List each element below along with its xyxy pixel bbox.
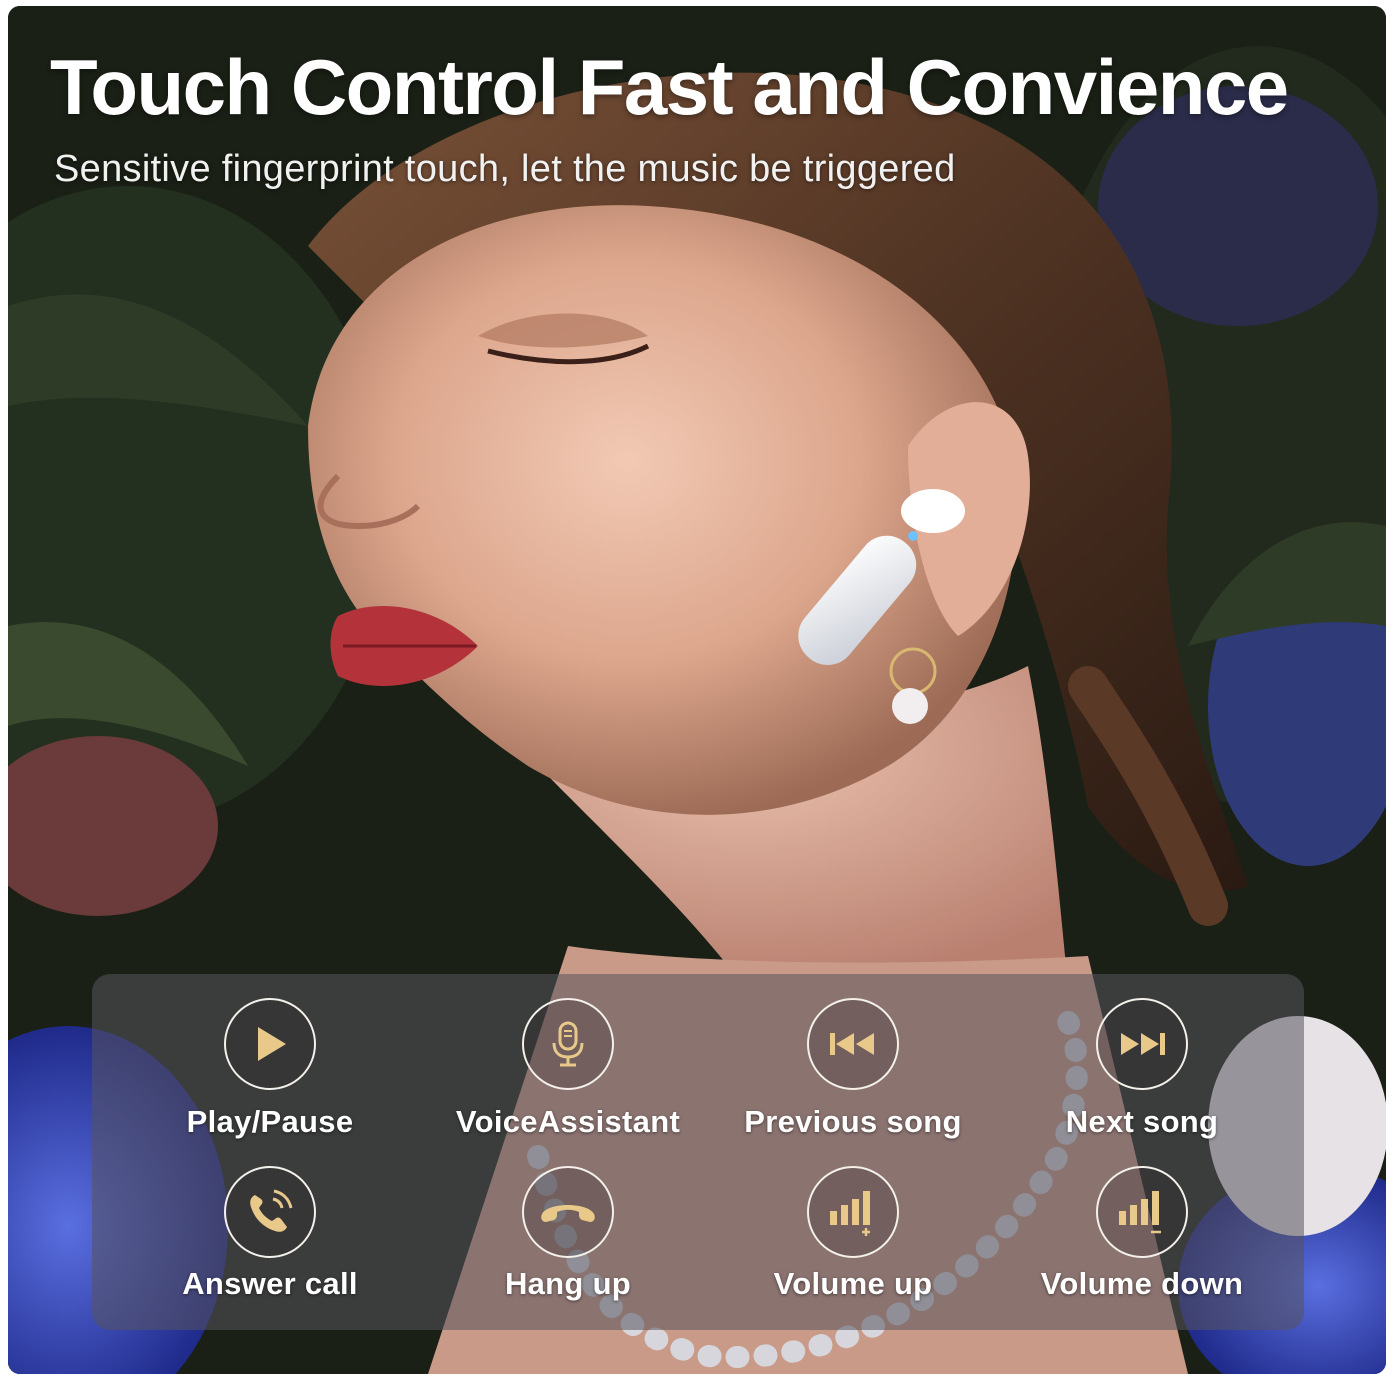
volume-up-icon [807, 1166, 899, 1258]
control-label: Next song [1065, 1104, 1219, 1139]
play-icon [224, 998, 316, 1090]
headline: Touch Control Fast and Convience [50, 43, 1289, 131]
control-label: Play/Pause [186, 1104, 354, 1139]
control-label: Volume down [1040, 1266, 1244, 1301]
control-hang-up: Hang up [418, 1166, 718, 1302]
control-voice-assistant: VoiceAssistant [418, 998, 718, 1140]
volume-down-icon [1096, 1166, 1188, 1258]
control-label: Hang up [504, 1266, 632, 1301]
control-answer-call: Answer call [120, 1166, 420, 1302]
phone-ringing-icon [224, 1166, 316, 1258]
control-next-song: Next song [992, 998, 1292, 1140]
control-label: VoiceAssistant [455, 1104, 681, 1139]
control-label: Answer call [182, 1266, 358, 1301]
control-volume-down: Volume down [992, 1166, 1292, 1302]
control-label: Previous song [744, 1104, 962, 1139]
hang-up-icon [522, 1166, 614, 1258]
control-previous-song: Previous song [703, 998, 1003, 1140]
product-banner: Touch Control Fast and Convience Sensiti… [8, 6, 1386, 1374]
microphone-icon [522, 998, 614, 1090]
control-label: Volume up [773, 1266, 933, 1301]
previous-track-icon [807, 998, 899, 1090]
next-track-icon [1096, 998, 1188, 1090]
control-play-pause: Play/Pause [120, 998, 420, 1140]
control-volume-up: Volume up [703, 1166, 1003, 1302]
subheadline: Sensitive fingerprint touch, let the mus… [54, 148, 956, 190]
